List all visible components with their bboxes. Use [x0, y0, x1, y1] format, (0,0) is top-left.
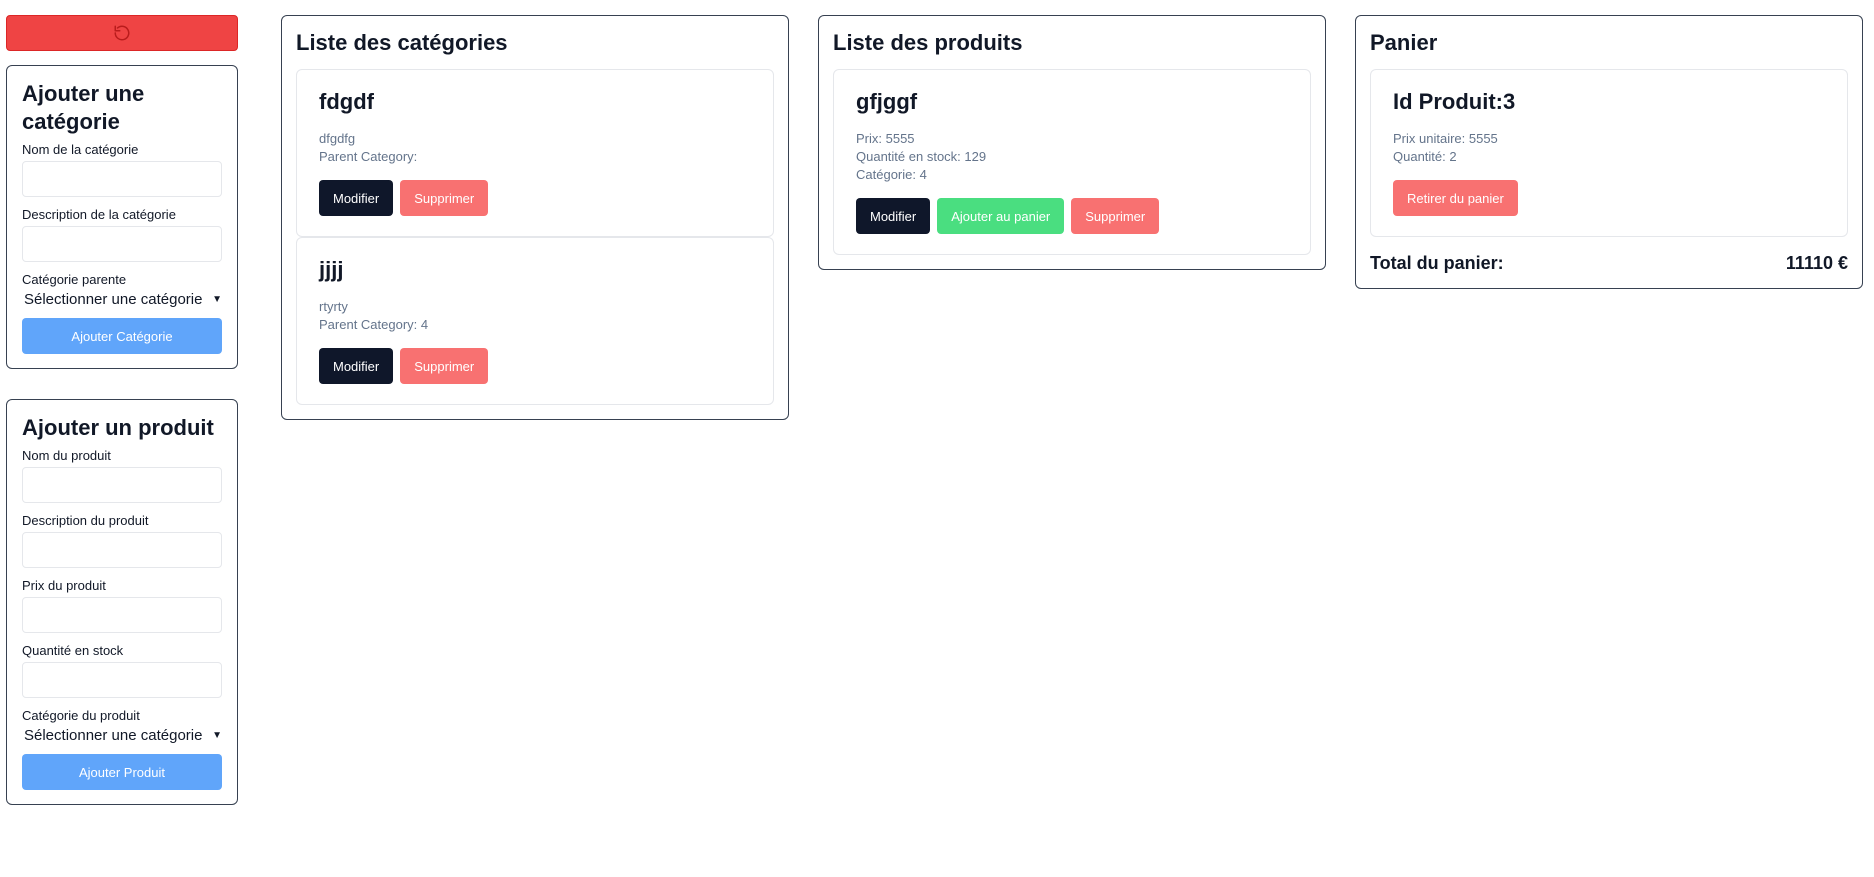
- add-product-button[interactable]: Ajouter Produit: [22, 754, 222, 790]
- cart-panel: Panier Id Produit:3 Prix unitaire: 5555 …: [1355, 15, 1863, 289]
- category-name-input[interactable]: [22, 161, 222, 197]
- product-stock-label: Quantité en stock: [22, 643, 124, 658]
- product-card: gfjggf Prix: 5555 Quantité en stock: 129…: [833, 69, 1311, 255]
- category-description: rtyrty: [319, 299, 348, 314]
- cart-total-label: Total du panier:: [1370, 253, 1504, 273]
- category-parent: Parent Category: 4: [319, 317, 429, 332]
- delete-product-button[interactable]: Supprimer: [1071, 198, 1160, 234]
- edit-product-button[interactable]: Modifier: [856, 198, 931, 234]
- category-card: jjjj rtyrty Parent Category: 4 Modifier …: [296, 237, 774, 405]
- add-category-title: Ajouter une catégorie: [22, 81, 145, 134]
- edit-category-button[interactable]: Modifier: [319, 348, 394, 384]
- reload-icon: [114, 25, 130, 41]
- parent-category-label: Catégorie parente: [22, 272, 127, 287]
- cart-total-value: 11110 €: [1785, 253, 1848, 273]
- cart-item-name: Id Produit:3: [1393, 89, 1516, 114]
- chevron-down-icon: ▼: [212, 294, 222, 305]
- edit-category-button[interactable]: Modifier: [319, 180, 394, 216]
- categories-title: Liste des catégories: [296, 30, 508, 55]
- category-name-label: Nom de la catégorie: [22, 142, 139, 157]
- product-name-label: Nom du produit: [22, 448, 111, 463]
- product-category-select-value: Sélectionner une catégorie: [24, 727, 203, 744]
- delete-category-button[interactable]: Supprimer: [400, 180, 489, 216]
- add-product-form: Ajouter un produit Nom du produit Descri…: [6, 399, 238, 805]
- add-product-title: Ajouter un produit: [22, 415, 214, 440]
- product-category-select[interactable]: Sélectionner une catégorie ▼: [22, 727, 222, 744]
- categories-panel: Liste des catégories fdgdf dfgdfg Parent…: [281, 15, 789, 420]
- cart-total: Total du panier: 11110 €: [1370, 253, 1848, 274]
- add-to-cart-button[interactable]: Ajouter au panier: [937, 198, 1065, 234]
- product-category-label: Catégorie du produit: [22, 708, 140, 723]
- products-panel: Liste des produits gfjggf Prix: 5555 Qua…: [818, 15, 1326, 270]
- parent-category-select-value: Sélectionner une catégorie: [24, 291, 203, 308]
- parent-category-select[interactable]: Sélectionner une catégorie ▼: [22, 291, 222, 308]
- category-name: jjjj: [319, 257, 344, 282]
- product-name-input[interactable]: [22, 467, 222, 503]
- chevron-down-icon: ▼: [212, 730, 222, 741]
- cart-title: Panier: [1370, 30, 1438, 55]
- add-category-form: Ajouter une catégorie Nom de la catégori…: [6, 65, 238, 369]
- cart-item-unit-price: Prix unitaire: 5555: [1393, 131, 1498, 146]
- category-name: fdgdf: [319, 89, 374, 114]
- delete-category-button[interactable]: Supprimer: [400, 348, 489, 384]
- product-stock-input[interactable]: [22, 662, 222, 698]
- category-parent: Parent Category:: [319, 149, 418, 164]
- products-title: Liste des produits: [833, 30, 1023, 55]
- category-card: fdgdf dfgdfg Parent Category: Modifier S…: [296, 69, 774, 237]
- product-description-label: Description du produit: [22, 513, 149, 528]
- cart-item-quantity: Quantité: 2: [1393, 149, 1457, 164]
- product-stock: Quantité en stock: 129: [856, 149, 987, 164]
- product-category: Catégorie: 4: [856, 167, 927, 182]
- product-name: gfjggf: [856, 89, 918, 114]
- product-description-input[interactable]: [22, 532, 222, 568]
- category-description: dfgdfg: [319, 131, 356, 146]
- category-description-label: Description de la catégorie: [22, 207, 176, 222]
- product-price: Prix: 5555: [856, 131, 915, 146]
- reset-button[interactable]: [6, 15, 238, 51]
- remove-from-cart-button[interactable]: Retirer du panier: [1393, 180, 1518, 216]
- cart-item-card: Id Produit:3 Prix unitaire: 5555 Quantit…: [1370, 69, 1848, 237]
- product-price-input[interactable]: [22, 597, 222, 633]
- add-category-button[interactable]: Ajouter Catégorie: [22, 318, 222, 354]
- category-description-input[interactable]: [22, 226, 222, 262]
- product-price-label: Prix du produit: [22, 578, 106, 593]
